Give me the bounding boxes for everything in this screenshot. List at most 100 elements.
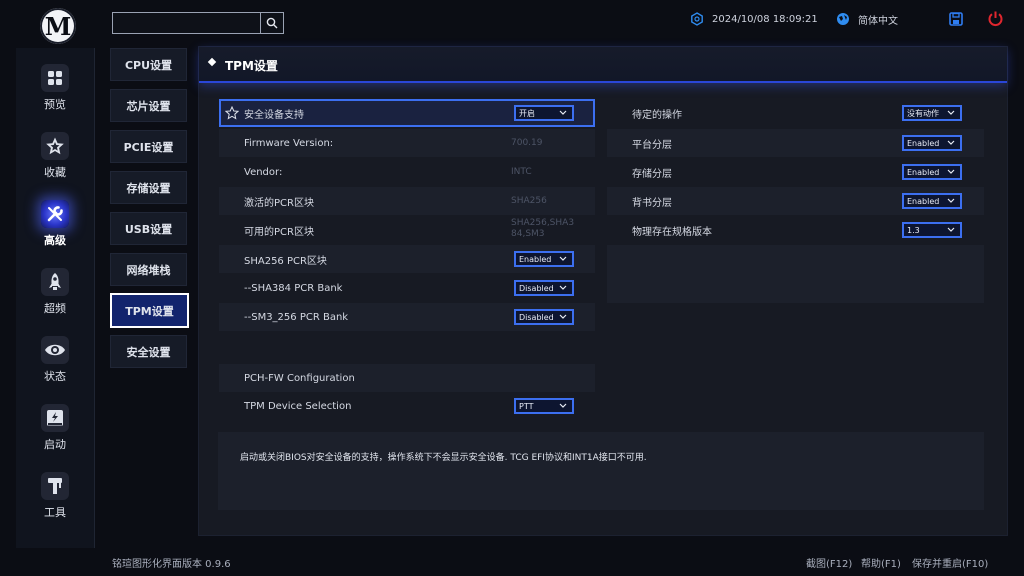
setting-label: --SHA384 PCR Bank bbox=[244, 282, 343, 294]
help-description-box: 启动或关闭BIOS对安全设备的支持，操作系统下不会显示安全设备. TCG EFI… bbox=[218, 432, 984, 510]
logo-mark: M bbox=[44, 11, 72, 41]
category-chipset[interactable]: 芯片设置 bbox=[110, 89, 187, 122]
version-text: 铭瑄图形化界面版本 0.9.6 bbox=[112, 559, 231, 570]
sha256-pcr-bank-select[interactable]: Enabled bbox=[514, 251, 574, 267]
category-cpu[interactable]: CPU设置 bbox=[110, 48, 187, 81]
setting-label: 存储分层 bbox=[632, 168, 672, 180]
select-value: Enabled bbox=[907, 167, 940, 177]
right-empty-area bbox=[607, 245, 984, 303]
setting-platform-hierarchy[interactable]: 平台分层 Enabled bbox=[607, 129, 984, 157]
language-selector[interactable]: 简体中文 bbox=[836, 10, 898, 28]
setting-label: 安全设备支持 bbox=[244, 109, 304, 121]
setting-physical-presence-spec-version[interactable]: 物理存在规格版本 1.3 bbox=[607, 216, 984, 244]
category-network-stack[interactable]: 网络堆栈 bbox=[110, 253, 187, 286]
chevron-down-icon bbox=[947, 198, 955, 203]
search-icon bbox=[266, 17, 278, 29]
clock-icon bbox=[690, 12, 704, 26]
setting-tpm-device-selection[interactable]: TPM Device Selection PTT bbox=[219, 392, 595, 420]
chevron-down-icon bbox=[947, 110, 955, 115]
setting-pch-fw-configuration[interactable]: PCH-FW Configuration bbox=[219, 364, 595, 392]
language-label: 简体中文 bbox=[858, 15, 898, 27]
select-value: 1.3 bbox=[907, 225, 920, 235]
setting-value: 700.19 bbox=[511, 137, 543, 148]
setting-pending-operation[interactable]: 待定的操作 没有动作 bbox=[607, 99, 984, 127]
panel-header: TPM设置 bbox=[199, 47, 1007, 83]
setting-storage-hierarchy[interactable]: 存储分层 Enabled bbox=[607, 158, 984, 186]
sidebar-item-label: 收藏 bbox=[44, 166, 66, 179]
select-value: 开启 bbox=[519, 108, 535, 118]
setting-sha256-pcr-bank[interactable]: SHA256 PCR区块 Enabled bbox=[219, 245, 595, 273]
select-value: Disabled bbox=[519, 283, 554, 293]
brand-logo: M bbox=[40, 8, 76, 44]
sidebar-item-label: 状态 bbox=[44, 370, 66, 383]
sidebar-item-advanced[interactable]: 高级 bbox=[16, 200, 94, 264]
sidebar-item-label: 工具 bbox=[44, 506, 66, 519]
help-button[interactable]: 帮助(F1) bbox=[861, 555, 901, 570]
setting-sm3-256-pcr-bank[interactable]: --SM3_256 PCR Bank Disabled bbox=[219, 303, 595, 331]
setting-firmware-version: Firmware Version: 700.19 bbox=[219, 129, 595, 157]
setting-endorsement-hierarchy[interactable]: 背书分层 Enabled bbox=[607, 187, 984, 215]
wrench-icon bbox=[41, 200, 69, 228]
power-button[interactable] bbox=[987, 10, 1004, 27]
endorsement-hierarchy-select[interactable]: Enabled bbox=[902, 193, 962, 209]
favorite-star-icon[interactable] bbox=[225, 106, 239, 120]
setting-label: 平台分层 bbox=[632, 139, 672, 151]
setting-available-pcr-banks: 可用的PCR区块 SHA256,SHA384,SM3 bbox=[219, 216, 595, 244]
category-pcie[interactable]: PCIE设置 bbox=[110, 130, 187, 163]
setting-value: INTC bbox=[511, 166, 532, 177]
tool-icon bbox=[41, 472, 69, 500]
setting-label: 待定的操作 bbox=[632, 109, 682, 121]
select-value: Enabled bbox=[519, 254, 552, 264]
category-security[interactable]: 安全设置 bbox=[110, 335, 187, 368]
sha384-pcr-bank-select[interactable]: Disabled bbox=[514, 280, 574, 296]
storage-hierarchy-select[interactable]: Enabled bbox=[902, 164, 962, 180]
setting-label: PCH-FW Configuration bbox=[244, 372, 355, 384]
ssd-icon bbox=[41, 404, 69, 432]
search-button[interactable] bbox=[260, 13, 283, 33]
grid-icon bbox=[41, 64, 69, 92]
power-icon bbox=[988, 11, 1003, 26]
setting-label: 物理存在规格版本 bbox=[632, 226, 712, 238]
save-reboot-button[interactable]: 保存并重启(F10) bbox=[912, 555, 988, 570]
datetime-text: 2024/10/08 18:09:21 bbox=[712, 13, 818, 25]
search-input[interactable] bbox=[113, 15, 267, 34]
sidebar-item-label: 高级 bbox=[44, 234, 66, 247]
help-description-text: 启动或关闭BIOS对安全设备的支持，操作系统下不会显示安全设备. TCG EFI… bbox=[240, 453, 647, 463]
search-box bbox=[112, 12, 284, 34]
setting-sha384-pcr-bank[interactable]: --SHA384 PCR Bank Disabled bbox=[219, 274, 595, 302]
save-icon bbox=[949, 12, 963, 26]
setting-label: 可用的PCR区块 bbox=[244, 226, 314, 238]
chevron-down-icon bbox=[947, 169, 955, 174]
tpm-device-selection-select[interactable]: PTT bbox=[514, 398, 574, 414]
pending-operation-select[interactable]: 没有动作 bbox=[902, 105, 962, 121]
select-value: Enabled bbox=[907, 138, 940, 148]
sidebar-item-overclock[interactable]: 超频 bbox=[16, 268, 94, 332]
select-value: Disabled bbox=[519, 312, 554, 322]
setting-value: SHA256,SHA384,SM3 bbox=[511, 218, 575, 239]
setting-label: --SM3_256 PCR Bank bbox=[244, 311, 349, 323]
diamond-icon bbox=[207, 57, 217, 67]
category-storage[interactable]: 存储设置 bbox=[110, 171, 187, 204]
category-usb[interactable]: USB设置 bbox=[110, 212, 187, 245]
security-device-support-select[interactable]: 开启 bbox=[514, 105, 574, 121]
platform-hierarchy-select[interactable]: Enabled bbox=[902, 135, 962, 151]
setting-security-device-support[interactable]: 安全设备支持 开启 bbox=[219, 99, 595, 127]
select-value: 没有动作 bbox=[907, 108, 939, 118]
setting-label: Vendor: bbox=[244, 166, 283, 178]
sidebar-item-favorites[interactable]: 收藏 bbox=[16, 132, 94, 196]
setting-value: SHA256 bbox=[511, 195, 547, 206]
category-tpm[interactable]: TPM设置 bbox=[110, 293, 189, 328]
eye-icon bbox=[41, 336, 69, 364]
select-value: PTT bbox=[519, 401, 534, 411]
sidebar-item-status[interactable]: 状态 bbox=[16, 336, 94, 400]
save-button[interactable] bbox=[948, 11, 964, 27]
chevron-down-icon bbox=[947, 227, 955, 232]
screenshot-button[interactable]: 截图(F12) bbox=[806, 555, 852, 570]
sidebar-item-boot[interactable]: 启动 bbox=[16, 404, 94, 468]
datetime-display: 2024/10/08 18:09:21 bbox=[690, 10, 818, 28]
select-value: Enabled bbox=[907, 196, 940, 206]
sidebar-item-preview[interactable]: 预览 bbox=[16, 64, 94, 128]
physical-presence-spec-select[interactable]: 1.3 bbox=[902, 222, 962, 238]
sidebar-item-tools[interactable]: 工具 bbox=[16, 472, 94, 536]
sm3-256-pcr-bank-select[interactable]: Disabled bbox=[514, 309, 574, 325]
